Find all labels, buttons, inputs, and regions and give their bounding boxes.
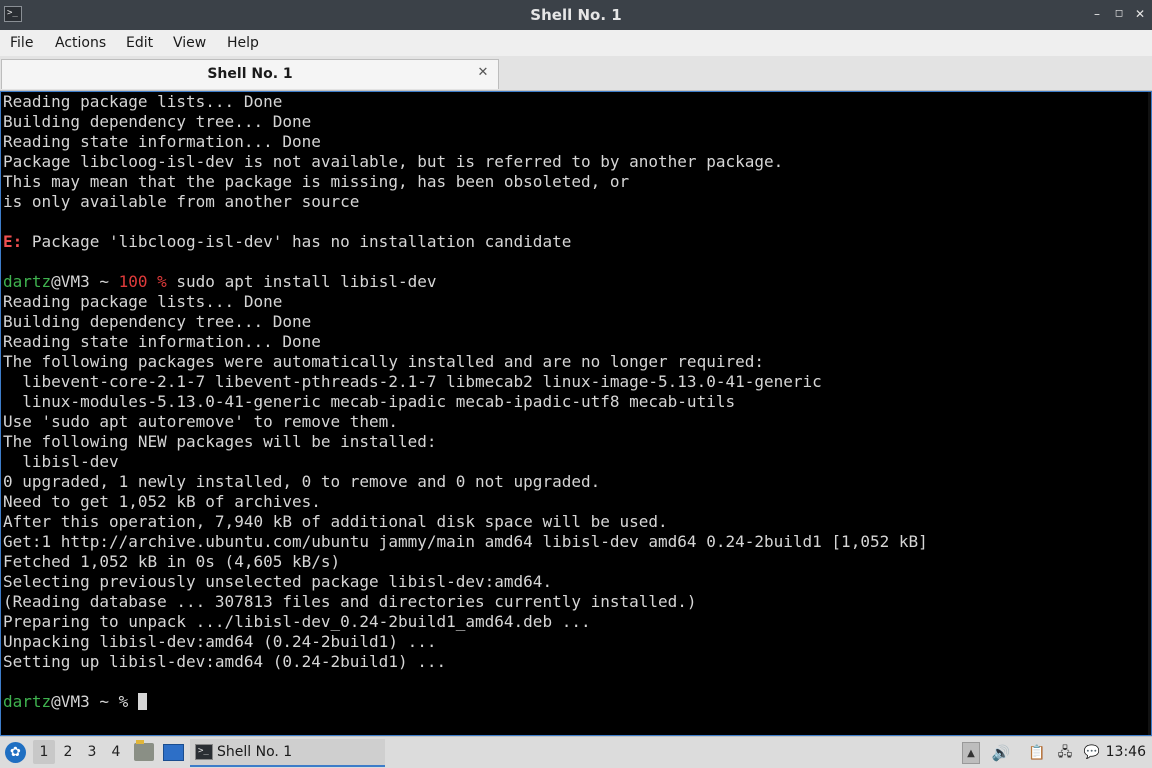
terminal-line: After this operation, 7,940 kB of additi…	[3, 512, 668, 531]
terminal-line: dartz@VM3 ~ %	[3, 692, 928, 712]
terminal-line: linux-modules-5.13.0-41-generic mecab-ip…	[3, 392, 736, 411]
terminal-line: dartz@VM3 ~ 100 % sudo apt install libis…	[3, 272, 928, 292]
terminal-icon: >_	[195, 744, 213, 760]
desktop-1-button[interactable]: 1	[33, 740, 55, 764]
prompt-host: @VM3 ~	[51, 272, 119, 291]
tray-up-arrow-icon[interactable]: ▲	[962, 742, 980, 764]
terminal-line: E: Package 'libcloog-isl-dev' has no ins…	[3, 232, 928, 252]
terminal-line: Setting up libisl-dev:amd64 (0.24-2build…	[3, 652, 447, 671]
show-desktop-icon[interactable]	[163, 744, 184, 761]
terminal-line: Preparing to unpack .../libisl-dev_0.24-…	[3, 612, 591, 631]
terminal-cursor	[137, 693, 147, 710]
terminal-line: This may mean that the package is missin…	[3, 172, 630, 191]
terminal-line: Package libcloog-isl-dev is not availabl…	[3, 152, 784, 171]
window-titlebar[interactable]: >_ Shell No. 1 – ◻ ✕	[0, 0, 1152, 30]
tab-shell-1[interactable]: Shell No. 1 ✕	[1, 59, 499, 89]
taskbar: ✿ 1 2 3 4 >_ Shell No. 1 ▲ 🔊 📋 🖧 💬 13:46	[0, 736, 1152, 768]
terminal-line: The following packages were automaticall…	[3, 352, 764, 371]
error-prefix: E:	[3, 232, 23, 251]
terminal-line: The following NEW packages will be insta…	[3, 432, 437, 451]
command-text: sudo apt install libisl-dev	[176, 272, 437, 291]
menu-edit[interactable]: Edit	[126, 30, 153, 56]
desktop-4-button[interactable]: 4	[105, 740, 127, 764]
terminal-line: (Reading database ... 307813 files and d…	[3, 592, 697, 611]
maximize-icon[interactable]: ◻	[1112, 7, 1126, 21]
terminal-line: Use 'sudo apt autoremove' to remove them…	[3, 412, 398, 431]
lxqt-start-icon[interactable]: ✿	[5, 742, 26, 763]
terminal-scrollbar[interactable]	[1148, 92, 1151, 735]
terminal-line: Reading state information... Done	[3, 132, 321, 151]
volume-icon[interactable]: 🔊	[990, 742, 1012, 764]
error-message: Package 'libcloog-isl-dev' has no instal…	[22, 232, 572, 251]
desktop-3-button[interactable]: 3	[81, 740, 103, 764]
terminal-line: is only available from another source	[3, 192, 360, 211]
terminal-line: 0 upgraded, 1 newly installed, 0 to remo…	[3, 472, 601, 491]
task-label: Shell No. 1	[217, 744, 293, 760]
terminal-line: Selecting previously unselected package …	[3, 572, 553, 591]
terminal-line: libisl-dev	[3, 452, 119, 471]
prompt-user: dartz	[3, 272, 52, 291]
tab-label: Shell No. 1	[207, 66, 293, 82]
terminal-line: libevent-core-2.1-7 libevent-pthreads-2.…	[3, 372, 822, 391]
terminal-line: Need to get 1,052 kB of archives.	[3, 492, 321, 511]
terminal-line: Building dependency tree... Done	[3, 112, 312, 131]
menu-bar: File Actions Edit View Help	[0, 30, 1152, 56]
network-icon[interactable]: 🖧	[1055, 742, 1075, 764]
terminal-line: Fetched 1,052 kB in 0s (4,605 kB/s)	[3, 552, 341, 571]
terminal-line: Get:1 http://archive.ubuntu.com/ubuntu j…	[3, 532, 928, 551]
task-shell-1[interactable]: >_ Shell No. 1	[190, 739, 385, 767]
prompt-user: dartz	[3, 692, 52, 711]
menu-file[interactable]: File	[10, 30, 33, 56]
tab-bar: Shell No. 1 ✕	[0, 56, 1152, 91]
menu-help[interactable]: Help	[227, 30, 259, 56]
close-window-icon[interactable]: ✕	[1133, 7, 1147, 21]
close-icon[interactable]: ✕	[476, 66, 490, 80]
terminal-view[interactable]: Reading package lists... Done Building de…	[0, 91, 1152, 736]
desktop-2-button[interactable]: 2	[57, 740, 79, 764]
notification-icon[interactable]: 💬	[1082, 742, 1102, 764]
clipboard-icon[interactable]: 📋	[1027, 742, 1047, 764]
prompt-host: @VM3 ~ %	[51, 692, 138, 711]
terminal-line: Reading package lists... Done	[3, 92, 283, 111]
terminal-output: Reading package lists... Done Building de…	[3, 92, 928, 712]
terminal-line: Reading state information... Done	[3, 332, 321, 351]
terminal-line: Unpacking libisl-dev:amd64 (0.24-2build1…	[3, 632, 437, 651]
file-manager-icon[interactable]	[134, 740, 154, 761]
minimize-icon[interactable]: –	[1090, 7, 1104, 21]
terminal-line: Building dependency tree... Done	[3, 312, 312, 331]
clock[interactable]: 13:46	[1106, 737, 1146, 768]
prompt-status: 100 %	[118, 272, 177, 291]
window-title: Shell No. 1	[530, 6, 622, 24]
menu-actions[interactable]: Actions	[55, 30, 106, 56]
menu-view[interactable]: View	[173, 30, 206, 56]
terminal-line: Reading package lists... Done	[3, 292, 283, 311]
